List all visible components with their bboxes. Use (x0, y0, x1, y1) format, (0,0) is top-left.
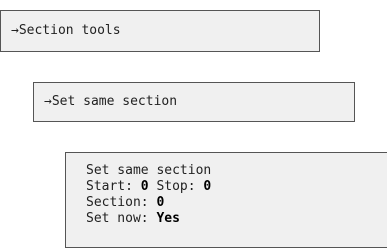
start-value[interactable]: 0 (141, 179, 149, 194)
panel-title: Set same section (86, 163, 212, 178)
menu-item-section-tools[interactable]: →Section tools (0, 10, 320, 52)
menu-item-label: →Set same section (44, 94, 178, 109)
menu-item-set-same-section[interactable]: →Set same section (33, 82, 355, 122)
set-same-section-panel: Set same section Start: 0 Stop: 0 Sectio… (65, 152, 387, 248)
menu-item-label: →Section tools (11, 23, 121, 38)
stop-label: Stop: (148, 179, 204, 194)
section-row: Section: 0 (86, 195, 387, 211)
stop-value[interactable]: 0 (203, 179, 211, 194)
set-now-label: Set now: (86, 211, 157, 226)
set-now-row: Set now: Yes (86, 211, 387, 227)
start-stop-row: Start: 0 Stop: 0 (86, 179, 387, 195)
set-now-value[interactable]: Yes (156, 211, 179, 226)
start-label: Start: (86, 179, 141, 194)
section-value[interactable]: 0 (156, 195, 164, 210)
section-label: Section: (86, 195, 157, 210)
